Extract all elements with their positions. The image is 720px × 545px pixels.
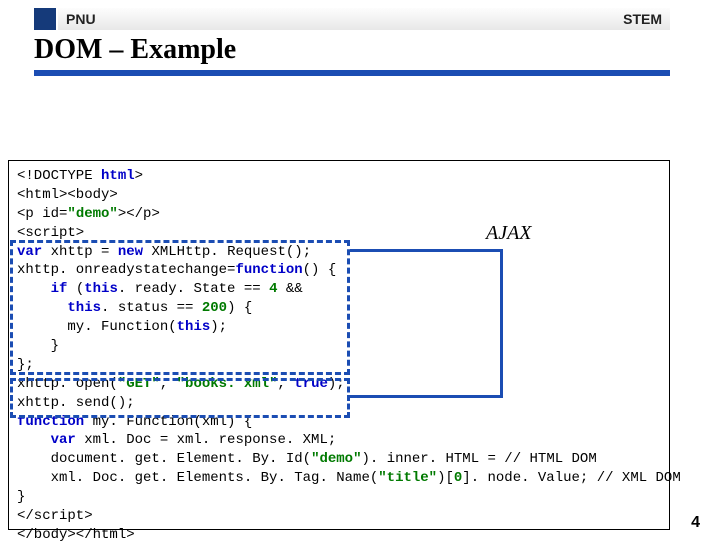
title-underline <box>34 70 670 76</box>
code-line: var xml. Doc = xml. response. XML; <box>17 432 336 448</box>
code-line: this. status == 200) { <box>17 300 252 316</box>
code-line: xml. Doc. get. Elements. By. Tag. Name("… <box>17 470 681 486</box>
callout-connector <box>350 395 503 398</box>
code-line: var xhttp = new XMLHttp. Request(); <box>17 244 311 260</box>
code-line: <p id="demo"></p> <box>17 206 160 222</box>
code-line: function my. Function(xml) { <box>17 414 252 430</box>
slide-header: PNU STEM <box>58 8 670 30</box>
code-line: xhttp. open("GET", "books. xml", true); <box>17 376 345 392</box>
slide-title: DOM – Example <box>34 34 236 66</box>
code-line: </script> <box>17 508 93 524</box>
code-line: document. get. Element. By. Id("demo"). … <box>17 451 597 467</box>
code-line: my. Function(this); <box>17 319 227 335</box>
code-line: xhttp. onreadystatechange=function() { <box>17 262 336 278</box>
code-line: <script> <box>17 225 84 241</box>
callout-connector <box>500 249 503 397</box>
code-line: </body></html> <box>17 527 135 543</box>
code-line: <!DOCTYPE html> <box>17 168 143 184</box>
code-line: if (this. ready. State == 4 && <box>17 281 303 297</box>
header-right-label: STEM <box>623 11 662 27</box>
code-line: <html><body> <box>17 187 118 203</box>
code-example-box: <!DOCTYPE html> <html><body> <p id="demo… <box>8 160 670 530</box>
code-line: } <box>17 338 59 354</box>
code-line: } <box>17 489 25 505</box>
code-line: xhttp. send(); <box>17 395 135 411</box>
page-number: 4 <box>691 514 700 532</box>
code-line: }; <box>17 357 34 373</box>
header-left-label: PNU <box>66 11 96 27</box>
header-accent-square <box>34 8 56 30</box>
ajax-callout-label: AJAX <box>486 222 532 245</box>
callout-connector <box>350 249 500 252</box>
